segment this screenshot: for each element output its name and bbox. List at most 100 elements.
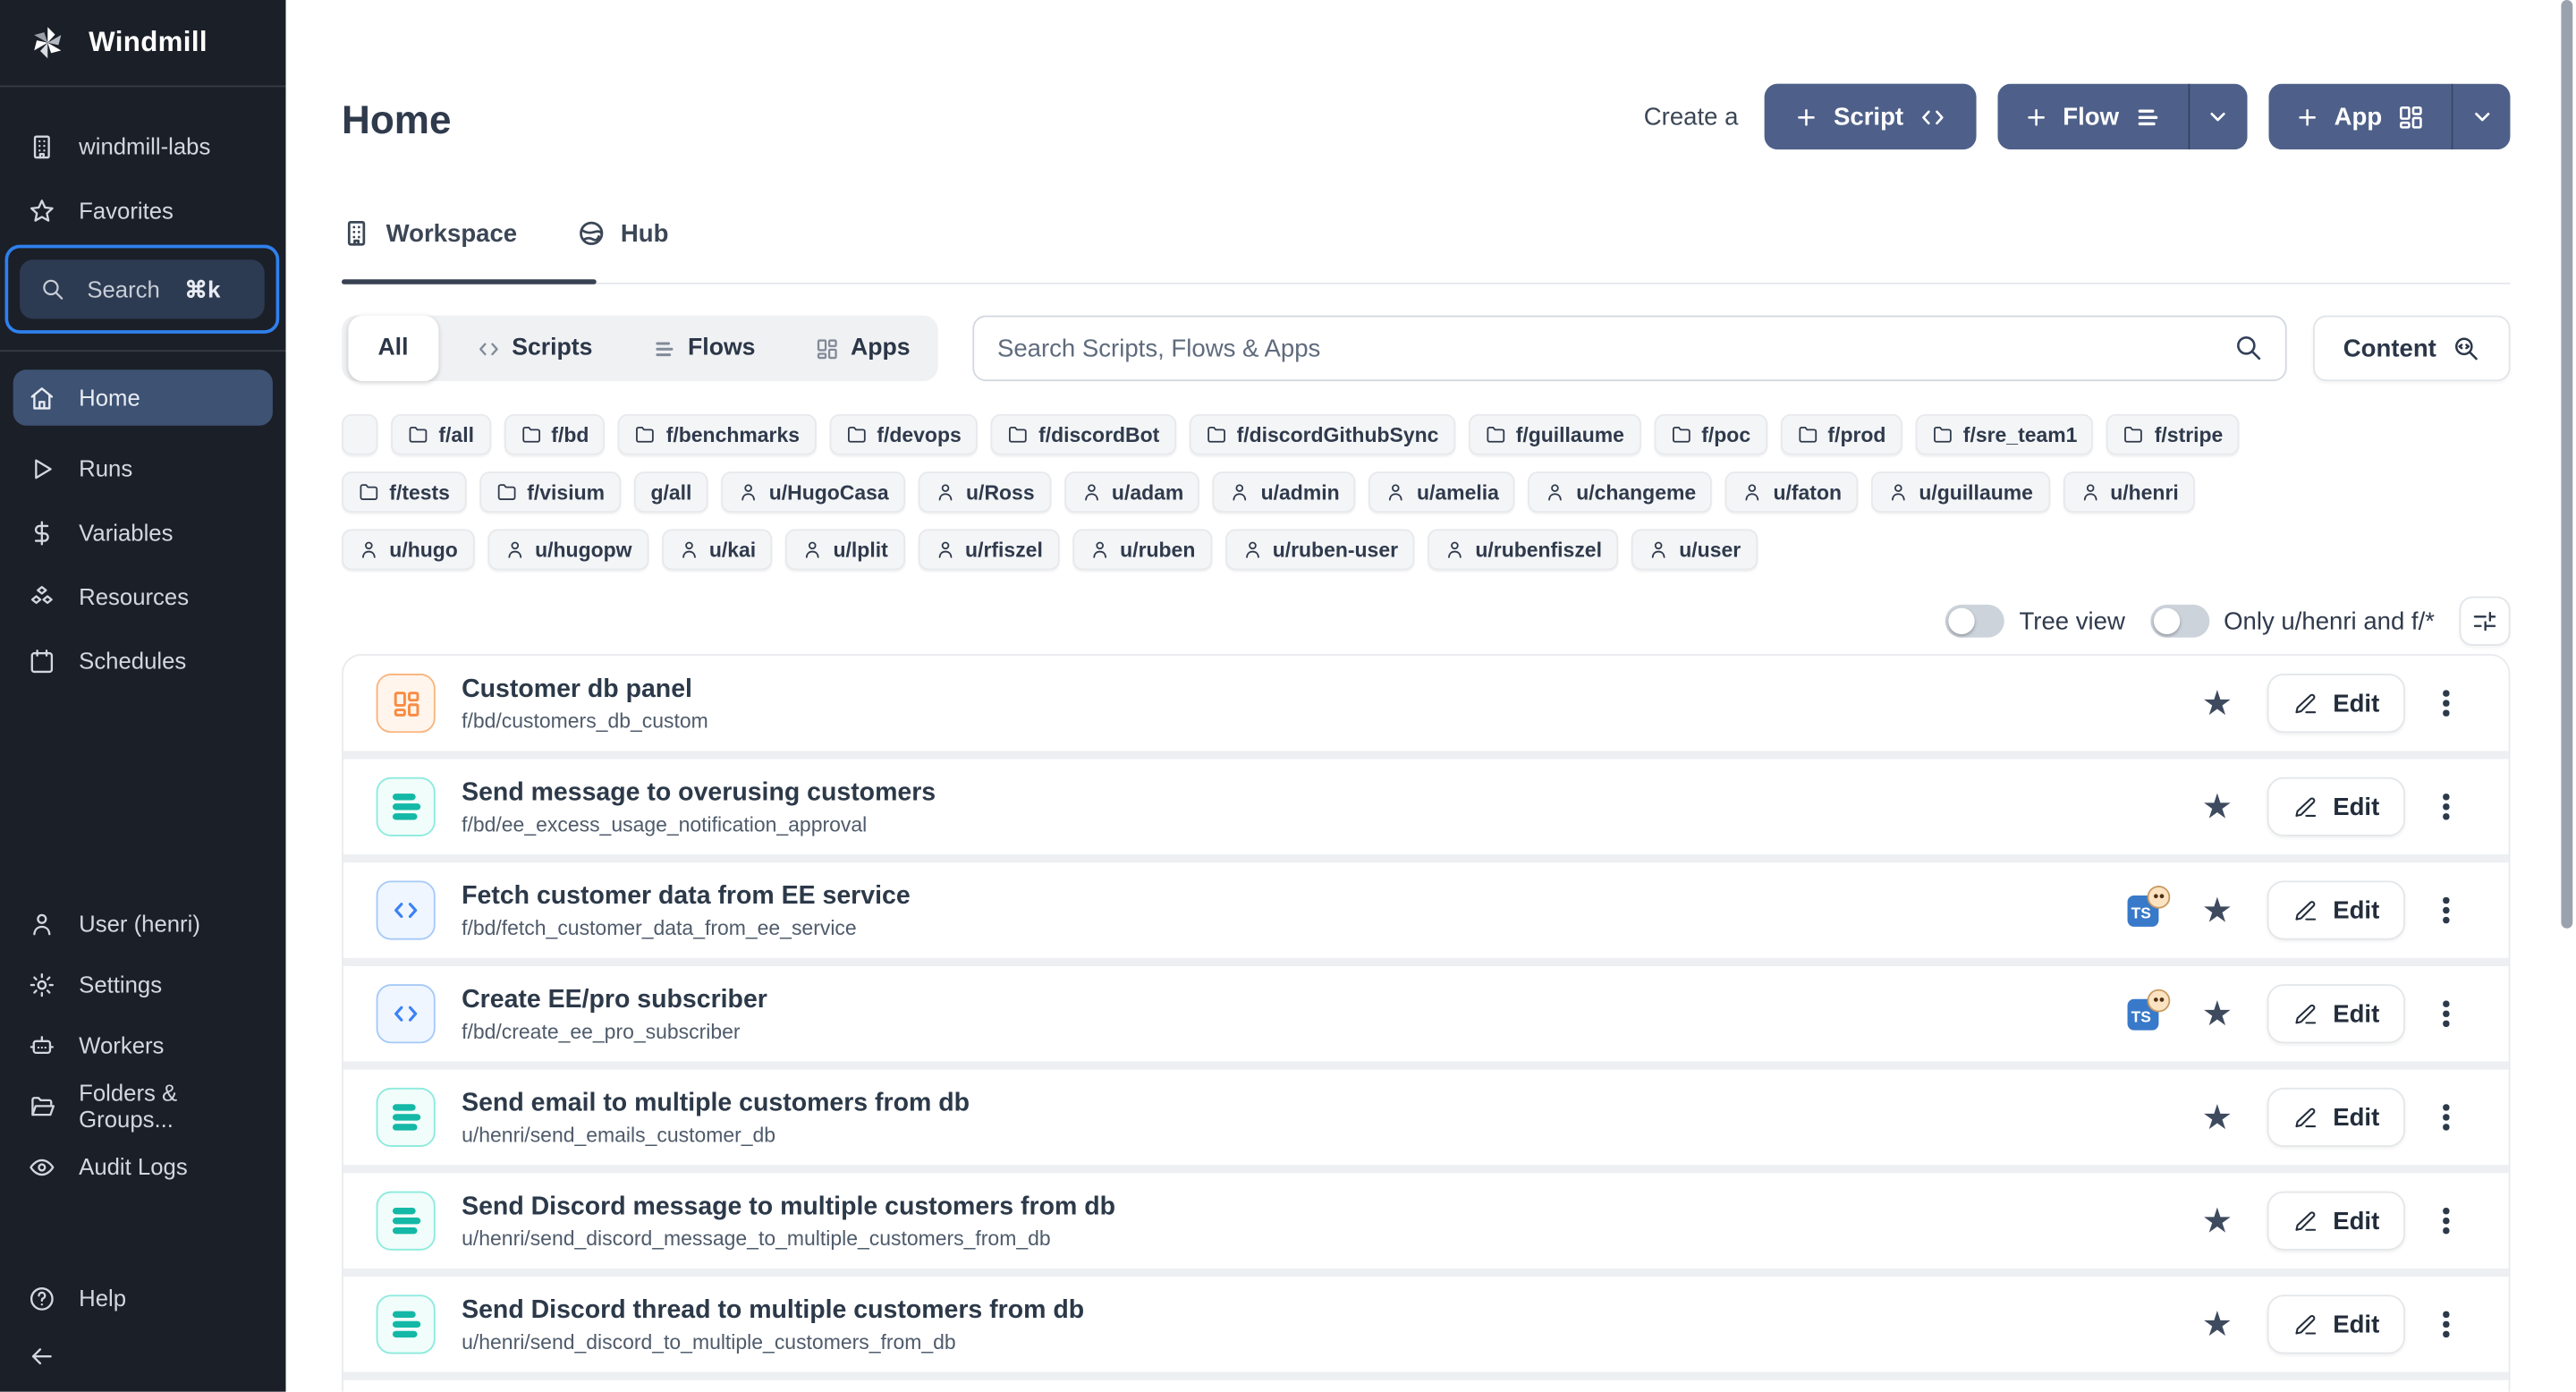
list-item[interactable]: Send Discord thread to multiple customer… [343,1277,2509,1372]
filter-chip[interactable]: f/visium [479,471,621,513]
filter-chip[interactable]: u/ruben-user [1224,529,1414,570]
sidebar-item-variables[interactable]: Variables [13,505,273,560]
tab-workspace[interactable]: Workspace [342,218,517,271]
filter-chip[interactable]: f/guillaume [1468,414,1640,455]
filter-chip[interactable]: u/hugo [342,529,474,570]
filter-chip[interactable]: u/lplit [785,529,904,570]
sidebar-item-audit-logs[interactable]: Audit Logs [13,1139,273,1194]
kebab-menu-icon[interactable] [2437,891,2456,930]
list-item[interactable]: Create EE/pro subscriber f/bd/create_ee_… [343,966,2509,1062]
edit-button[interactable]: Edit [2267,1294,2406,1354]
sidebar-item-schedules[interactable]: Schedules [13,632,273,688]
filter-chip[interactable]: f/bd [504,414,606,455]
edit-button[interactable]: Edit [2267,880,2406,939]
list-item[interactable]: Fetch customer data from EE service f/bd… [343,862,2509,958]
favorite-star-icon[interactable]: ★ [2202,1100,2233,1135]
filter-chip[interactable]: g/all [634,471,708,513]
edit-button[interactable]: Edit [2267,674,2406,733]
favorite-star-icon[interactable]: ★ [2202,790,2233,825]
brand[interactable]: Windmill [0,0,286,86]
filter-chip[interactable]: f/benchmarks [618,414,816,455]
sidebar-item-settings[interactable]: Settings [13,956,273,1012]
filter-chip[interactable]: u/user [1631,529,1758,570]
item-title[interactable]: Customer db panel [462,674,708,706]
favorite-star-icon[interactable]: ★ [2202,1203,2233,1238]
filter-chip[interactable]: f/devops [829,414,978,455]
item-title[interactable]: Send Discord message to multiple custome… [462,1191,1115,1223]
filter-chip[interactable]: u/adam [1064,471,1200,513]
kebab-menu-icon[interactable] [2437,1098,2456,1137]
filter-chip[interactable]: f/discordGithubSync [1189,414,1454,455]
collapse-sidebar-button[interactable] [13,1328,84,1383]
filter-chip[interactable]: f/sre_team1 [1916,414,2094,455]
list-item[interactable]: Send message to overusing customers f/bd… [343,760,2509,855]
list-item[interactable]: Send email to multiple customers from db… [343,1070,2509,1166]
sidebar-item-workspace[interactable]: windmill-labs [13,118,273,174]
item-title[interactable]: Send message to overusing customers [462,777,936,809]
scrollbar-thumb[interactable] [2561,0,2572,929]
list-item[interactable]: Customer db panel f/bd/customers_db_cust… [343,656,2509,751]
filter-chip[interactable] [342,414,377,455]
filter-chip[interactable]: u/rfiszel [918,529,1059,570]
filter-chip[interactable]: u/Ross [919,471,1051,513]
edit-button[interactable]: Edit [2267,1088,2406,1147]
filter-chip[interactable]: u/HugoCasa [721,471,905,513]
filter-chip[interactable]: u/henri [2063,471,2195,513]
filter-chip[interactable]: f/discordBot [991,414,1176,455]
segment-scripts[interactable]: Scripts [454,322,614,375]
advanced-filters-button[interactable] [2460,597,2511,646]
create-app-dropdown-button[interactable] [2451,84,2510,149]
filter-chip[interactable]: f/tests [342,471,466,513]
favorite-star-icon[interactable]: ★ [2202,1307,2233,1342]
filter-chip[interactable]: u/changeme [1529,471,1713,513]
filter-chip[interactable]: u/guillaume [1871,471,2049,513]
filter-chip[interactable]: u/faton [1725,471,1858,513]
kebab-menu-icon[interactable] [2437,787,2456,827]
filter-chip[interactable]: u/ruben [1072,529,1212,570]
kebab-menu-icon[interactable] [2437,1304,2456,1344]
sidebar-item-favorites[interactable]: Favorites [13,182,273,238]
sidebar-item-workers[interactable]: Workers [13,1017,273,1073]
create-flow-button[interactable]: Flow [1997,84,2188,149]
segment-all[interactable]: All [348,316,437,381]
create-app-button[interactable]: App [2268,84,2451,149]
sidebar-item-runs[interactable]: Runs [13,440,273,496]
list-item[interactable]: Send Discord message to multiple custome… [343,1173,2509,1269]
filter-chip[interactable]: u/rubenfiszel [1428,529,1618,570]
filter-chip[interactable]: u/amelia [1369,471,1516,513]
edit-button[interactable]: Edit [2267,777,2406,836]
item-title[interactable]: Create EE/pro subscriber [462,984,767,1016]
create-flow-dropdown-button[interactable] [2188,84,2247,149]
sidebar-item-resources[interactable]: Resources [13,568,273,624]
filter-chip[interactable]: f/prod [1780,414,1902,455]
filter-chip[interactable]: f/all [391,414,490,455]
sidebar-item-folders-groups[interactable]: Folders & Groups... [13,1078,273,1133]
kebab-menu-icon[interactable] [2437,994,2456,1033]
only-owner-toggle[interactable] [2149,605,2208,638]
sidebar-item-user[interactable]: User (henri) [13,895,273,951]
sidebar-search[interactable]: Search ⌘k [5,245,280,334]
kebab-menu-icon[interactable] [2437,1201,2456,1241]
item-title[interactable]: Send Discord thread to multiple customer… [462,1294,1084,1327]
kebab-menu-icon[interactable] [2437,683,2456,723]
tree-view-toggle[interactable] [1945,605,2004,638]
favorite-star-icon[interactable]: ★ [2202,686,2233,721]
filter-chip[interactable]: f/poc [1654,414,1767,455]
item-title[interactable]: Fetch customer data from EE service [462,880,911,912]
filter-chip[interactable]: u/hugopw [487,529,648,570]
filter-chip[interactable]: f/stripe [2107,414,2240,455]
sidebar-item-help[interactable]: Help [13,1270,273,1326]
filter-chip[interactable]: u/kai [662,529,773,570]
segment-flows[interactable]: Flows [631,322,777,375]
content-search-button[interactable]: Content [2314,316,2511,381]
filter-chip[interactable]: u/admin [1213,471,1356,513]
edit-button[interactable]: Edit [2267,1192,2406,1251]
sidebar-item-home[interactable]: Home [13,369,273,425]
create-script-button[interactable]: Script [1765,84,1976,149]
favorite-star-icon[interactable]: ★ [2202,997,2233,1031]
item-title[interactable]: Send email to multiple customers from db [462,1088,970,1120]
favorite-star-icon[interactable]: ★ [2202,893,2233,928]
search-input[interactable] [972,316,2286,381]
tab-hub[interactable]: Hub [576,218,668,271]
edit-button[interactable]: Edit [2267,984,2406,1043]
